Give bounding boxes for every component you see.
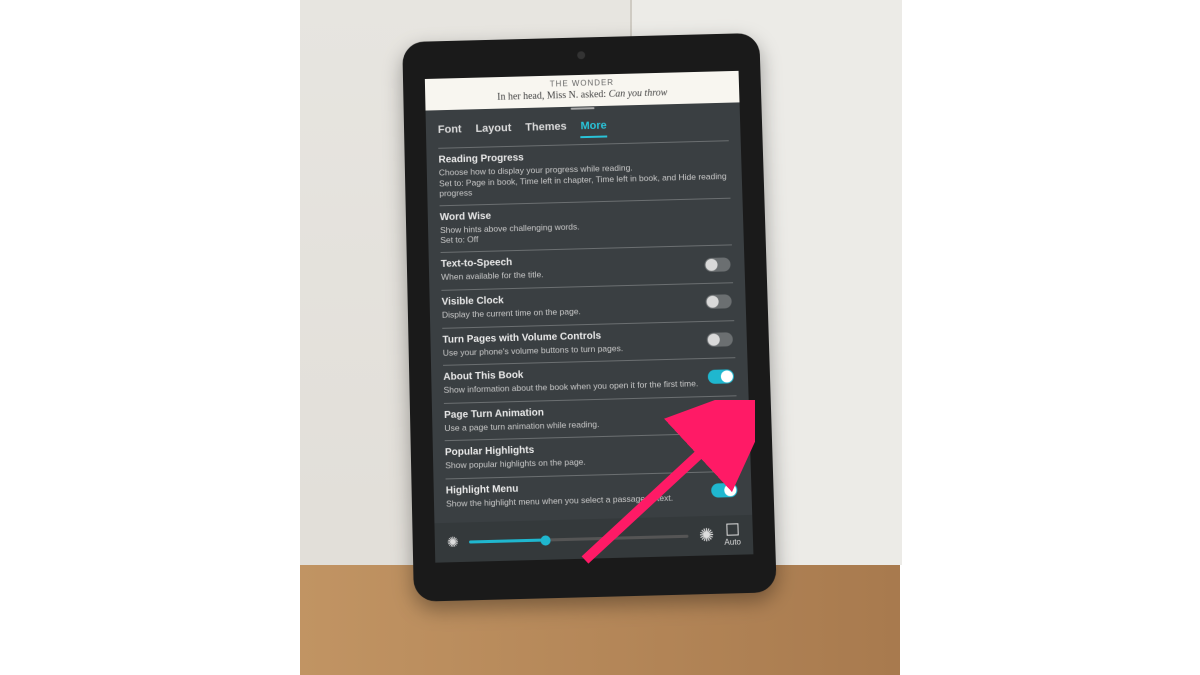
book-line-prefix: In her head, Miss N. asked:: [497, 89, 609, 103]
setting-row-word-wise[interactable]: Word WiseShow hints above challenging wo…: [440, 197, 732, 252]
toggle-visible-clock[interactable]: [705, 294, 731, 309]
toggle-knob: [710, 409, 722, 421]
auto-label: Auto: [724, 537, 741, 547]
brightness-high-icon: ✺: [699, 525, 715, 547]
toggle-knob: [721, 371, 733, 383]
tab-more[interactable]: More: [580, 120, 607, 138]
toggle-about-this-book[interactable]: [708, 370, 734, 385]
brightness-low-icon: ✺: [447, 534, 459, 552]
toggle-popular-highlights[interactable]: [710, 445, 737, 460]
brightness-slider[interactable]: [469, 535, 689, 544]
toggle-turn-pages-with-volume-controls[interactable]: [707, 332, 733, 347]
toggle-knob: [724, 484, 736, 496]
auto-square-icon: [726, 523, 738, 535]
toggle-highlight-menu[interactable]: [711, 483, 738, 498]
toggle-knob: [706, 296, 718, 308]
scene-photo: THE WONDER In her head, Miss N. asked: C…: [0, 0, 1200, 675]
auto-brightness-button[interactable]: Auto: [724, 523, 741, 547]
setting-row-reading-progress[interactable]: Reading ProgressChoose how to display yo…: [438, 140, 730, 205]
toggle-knob: [723, 446, 735, 458]
toggle-text-to-speech[interactable]: [704, 257, 730, 272]
toggle-page-turn-animation[interactable]: [709, 407, 735, 422]
tab-themes[interactable]: Themes: [525, 121, 567, 140]
toggle-knob: [708, 333, 720, 345]
tab-layout[interactable]: Layout: [475, 122, 511, 141]
front-camera: [577, 51, 585, 59]
tablet-device: THE WONDER In her head, Miss N. asked: C…: [402, 33, 777, 602]
settings-list: Reading ProgressChoose how to display yo…: [426, 140, 752, 523]
book-line-italic: Can you throw: [608, 87, 667, 99]
toggle-knob: [705, 258, 717, 270]
brightness-thumb[interactable]: [541, 535, 551, 545]
screen: THE WONDER In her head, Miss N. asked: C…: [425, 71, 754, 563]
brightness-fill: [469, 538, 546, 543]
setting-row-highlight-menu[interactable]: Highlight MenuShow the highlight menu wh…: [446, 471, 740, 517]
brightness-bar: ✺ ✺ Auto: [434, 515, 753, 563]
tab-font[interactable]: Font: [438, 123, 462, 141]
